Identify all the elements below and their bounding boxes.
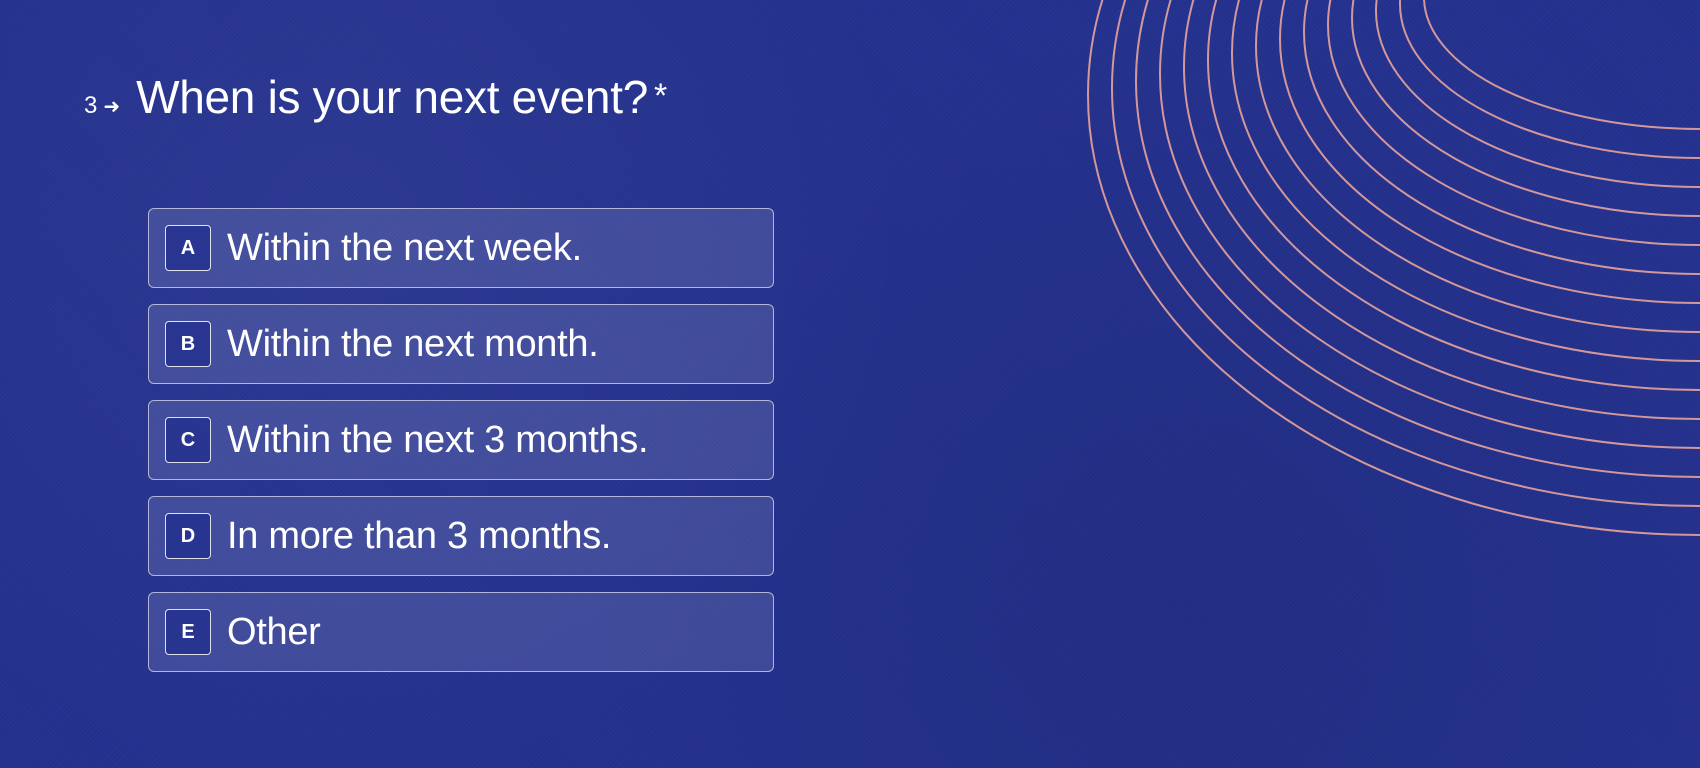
choice-key-badge: A <box>165 225 211 271</box>
question-header: 3 ➜ When is your next event? * <box>84 70 667 124</box>
question-title: When is your next event? <box>136 71 648 123</box>
right-arrow-icon: ➜ <box>103 96 121 118</box>
choice-label: Within the next 3 months. <box>227 418 649 461</box>
choice-label: In more than 3 months. <box>227 514 612 557</box>
choice-key-badge: D <box>165 513 211 559</box>
choice-option-e[interactable]: E Other <box>148 592 774 672</box>
choice-key-badge: B <box>165 321 211 367</box>
choice-option-d[interactable]: D In more than 3 months. <box>148 496 774 576</box>
choice-label: Other <box>227 610 321 653</box>
choice-label: Within the next week. <box>227 226 582 269</box>
decorative-arcs <box>1087 0 1700 536</box>
required-asterisk: * <box>653 77 668 115</box>
choice-option-c[interactable]: C Within the next 3 months. <box>148 400 774 480</box>
question-number: 3 <box>84 92 98 119</box>
choice-label: Within the next month. <box>227 322 599 365</box>
choice-option-b[interactable]: B Within the next month. <box>148 304 774 384</box>
choice-key-badge: C <box>165 417 211 463</box>
choice-key-badge: E <box>165 609 211 655</box>
choice-option-a[interactable]: A Within the next week. <box>148 208 774 288</box>
choice-list: A Within the next week. B Within the nex… <box>148 208 774 688</box>
